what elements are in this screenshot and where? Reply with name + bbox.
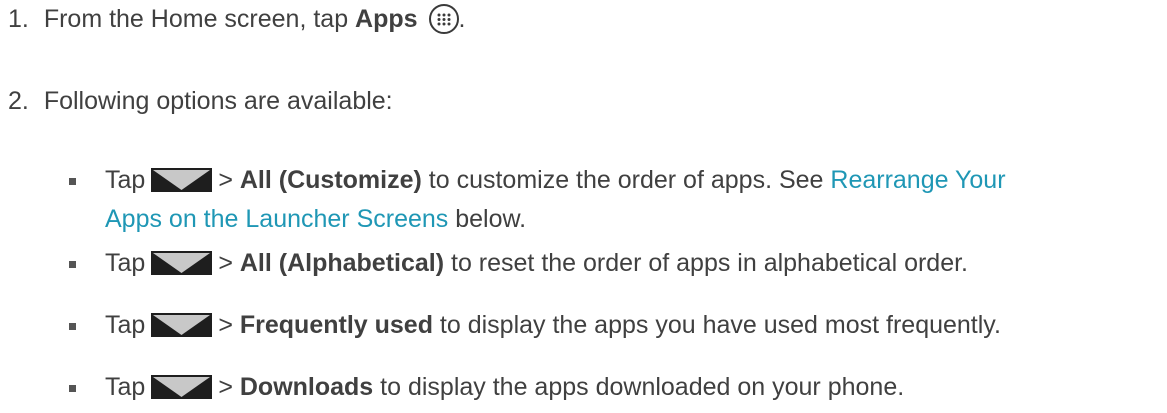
- option-description: to reset the order of apps in alphabetic…: [444, 249, 969, 277]
- bullet: [69, 178, 76, 185]
- separator: >: [218, 311, 233, 339]
- option-all-alphabetical: Tap > All (Alphabetical) to reset the ord…: [105, 248, 968, 278]
- option-label: Downloads: [239, 373, 374, 401]
- step-text-end: .: [458, 5, 466, 33]
- option-description: to customize the order of apps. See: [421, 166, 831, 194]
- option-frequently-used: Tap > Frequently used to display the apps…: [105, 310, 1001, 340]
- option-label: All (Customize): [239, 166, 422, 194]
- step-2: 2. Following options are available:: [8, 86, 393, 116]
- option-description: to display the apps you have used most f…: [432, 311, 1001, 339]
- option-label: All (Alphabetical): [239, 249, 445, 277]
- separator: >: [218, 373, 233, 401]
- step-number: 2.: [8, 87, 29, 115]
- tap-text: Tap: [105, 166, 146, 194]
- step-text: From the Home screen, tap: [43, 5, 356, 33]
- option-downloads: Tap > Downloads to display the apps downl…: [105, 372, 904, 402]
- option-label: Frequently used: [239, 311, 433, 339]
- separator: >: [218, 249, 233, 277]
- separator: >: [218, 166, 233, 194]
- dropdown-triangle-icon: [151, 375, 213, 399]
- dropdown-triangle-icon: [151, 251, 213, 275]
- bullet: [69, 261, 76, 268]
- tap-text: Tap: [105, 373, 146, 401]
- bullet: [69, 323, 76, 330]
- step-text: Following options are available:: [43, 87, 393, 115]
- tap-text: Tap: [105, 249, 146, 277]
- bullet: [69, 385, 76, 392]
- step-number: 1.: [8, 5, 29, 33]
- option-all-customize-cont: Apps on the Launcher Screens below.: [105, 204, 526, 234]
- apps-label: Apps: [355, 5, 418, 33]
- dropdown-triangle-icon: [151, 313, 213, 337]
- tap-text: Tap: [105, 311, 146, 339]
- option-description: to display the apps downloaded on your p…: [373, 373, 905, 401]
- option-description-end: below.: [448, 205, 527, 233]
- step-1: 1. From the Home screen, tap Apps .: [8, 4, 465, 34]
- rearrange-apps-link-part1[interactable]: Rearrange Your: [830, 166, 1005, 194]
- rearrange-apps-link-part2[interactable]: Apps on the Launcher Screens: [105, 205, 448, 233]
- apps-grid-icon: [428, 4, 459, 34]
- dropdown-triangle-icon: [151, 168, 213, 192]
- option-all-customize: Tap > All (Customize) to customize the or…: [105, 165, 1006, 195]
